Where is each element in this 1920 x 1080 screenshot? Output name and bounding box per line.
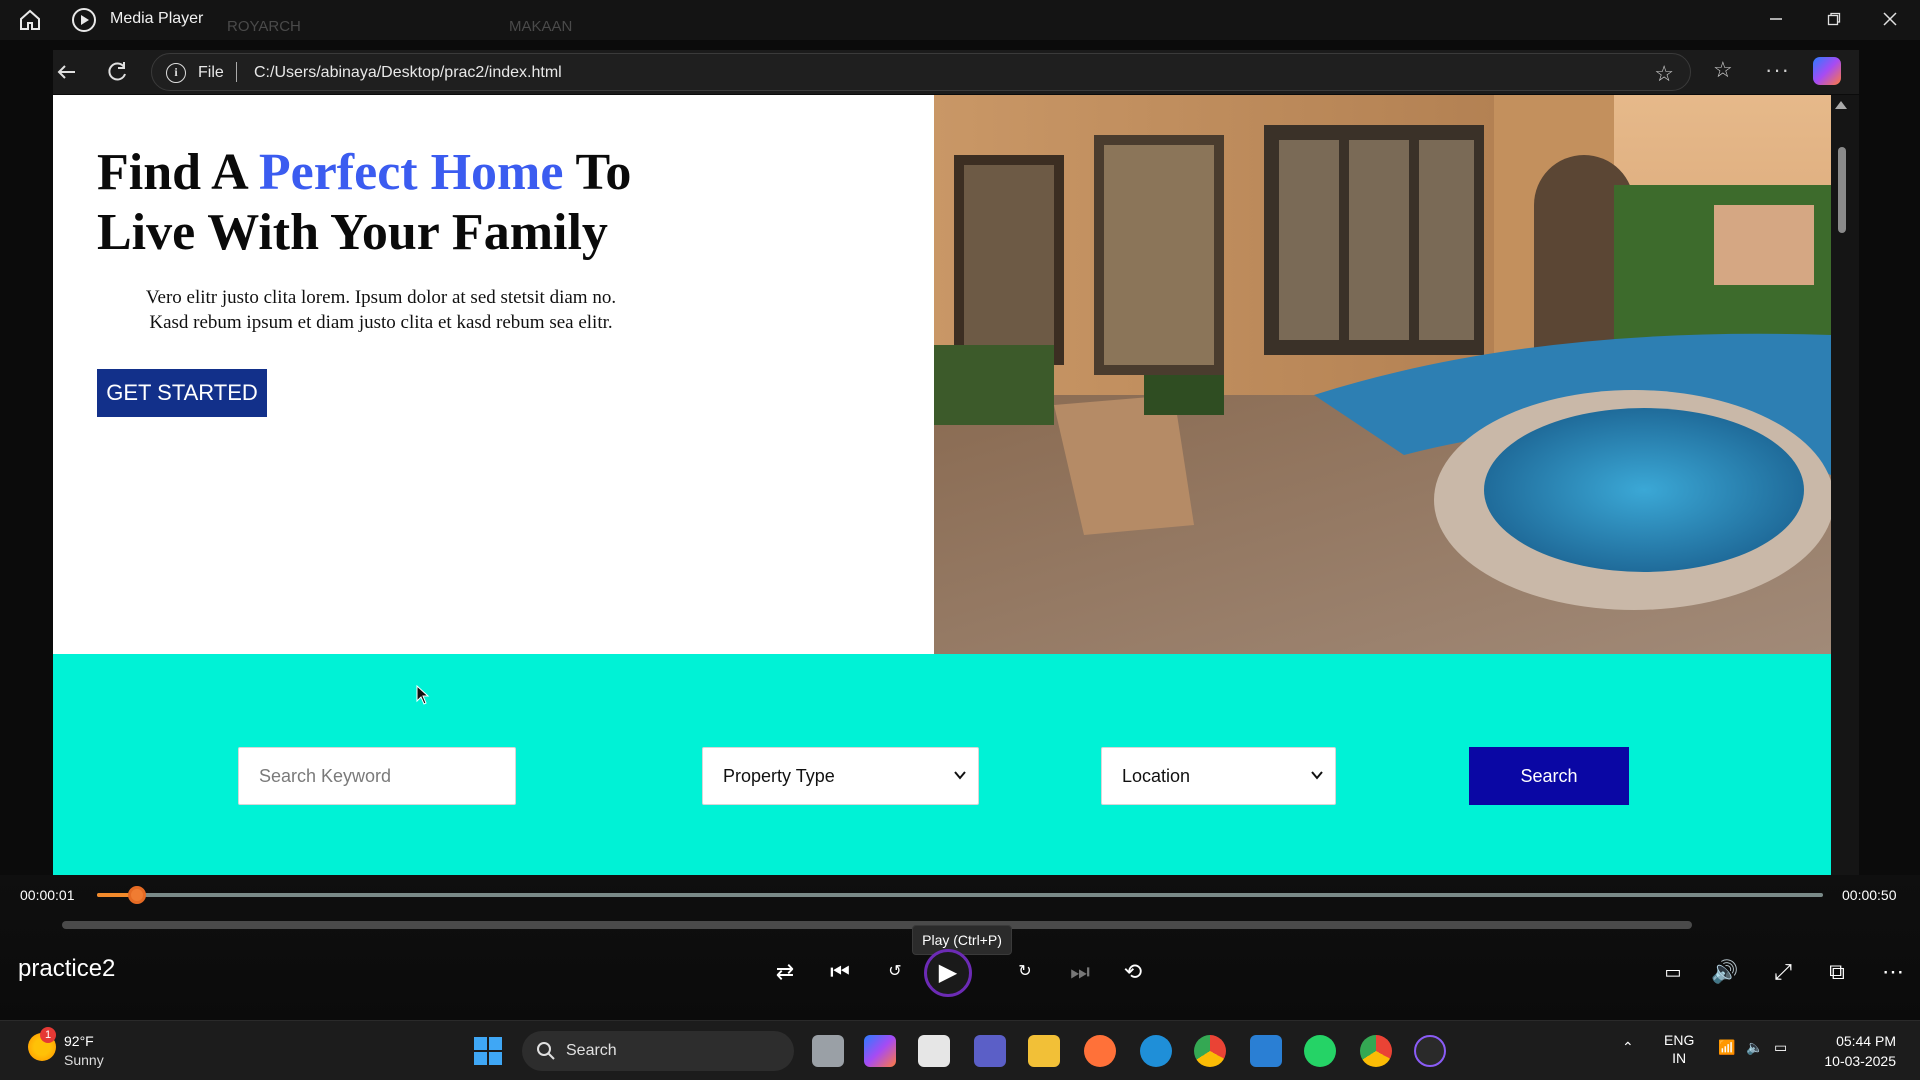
favorites-icon[interactable]: ☆: [1713, 57, 1733, 83]
hero-description: Vero elitr justo clita lorem. Ipsum dolo…: [101, 285, 661, 335]
copilot-app-icon[interactable]: [864, 1035, 896, 1067]
weather-condition[interactable]: Sunny: [64, 1052, 104, 1068]
hero-title-part2: To: [563, 144, 632, 201]
info-icon[interactable]: i: [166, 63, 186, 83]
browser-toolbar: i File C:/Users/abinaya/Desktop/prac2/in…: [53, 50, 1859, 94]
taskbar-search-label: Search: [566, 1042, 617, 1059]
page-scrollbar[interactable]: [1831, 95, 1859, 875]
edge-icon[interactable]: [1140, 1035, 1172, 1067]
copilot-icon[interactable]: [1813, 57, 1841, 85]
language-indicator[interactable]: ENG IN: [1664, 1031, 1694, 1067]
ghost-tab-royarch: ROYARCH: [227, 18, 301, 35]
hero-title-accent: Perfect Home: [258, 144, 564, 201]
search-keyword-input[interactable]: Search Keyword: [238, 747, 516, 805]
start-button[interactable]: [474, 1037, 502, 1065]
mini-player-icon[interactable]: ⧉: [1820, 955, 1854, 989]
vscode-icon[interactable]: [1250, 1035, 1282, 1067]
chevron-down-icon: [1311, 771, 1323, 780]
more-options-icon[interactable]: ···: [1765, 57, 1790, 83]
more-options-icon[interactable]: ⋯: [1876, 955, 1910, 989]
scheme-label: File: [198, 64, 224, 81]
shuffle-icon[interactable]: ⇄: [768, 955, 802, 989]
clock-time: 05:44 PM: [1836, 1033, 1896, 1049]
rewind-10-icon[interactable]: ↺: [878, 955, 912, 989]
task-view-icon[interactable]: [812, 1035, 844, 1067]
whatsapp-icon[interactable]: [1304, 1035, 1336, 1067]
hero-text-panel: Find A Perfect Home To Live With Your Fa…: [53, 95, 934, 654]
search-section: Search Keyword Property Type Location Se…: [53, 654, 1831, 875]
address-bar[interactable]: i File C:/Users/abinaya/Desktop/prac2/in…: [151, 53, 1691, 91]
clock[interactable]: 05:44 PM 10-03-2025: [1814, 1031, 1896, 1071]
taskbar-search[interactable]: Search: [522, 1031, 794, 1071]
media-player-titlebar: Media Player ROYARCH MAKAAN: [0, 0, 1920, 40]
media-title: practice2: [18, 955, 116, 982]
chrome-icon[interactable]: [1194, 1035, 1226, 1067]
property-type-select[interactable]: Property Type: [702, 747, 979, 805]
firefox-icon[interactable]: [1084, 1035, 1116, 1067]
lang-line2: IN: [1672, 1050, 1687, 1066]
ghost-tab-makaan: MAKAAN: [509, 18, 573, 35]
lang-line1: ENG: [1664, 1032, 1695, 1048]
play-tooltip: Play (Ctrl+P): [912, 925, 1012, 955]
next-track-icon[interactable]: ⏭: [1063, 955, 1097, 989]
search-button[interactable]: Search: [1469, 747, 1629, 805]
weather-badge: 1: [40, 1027, 56, 1043]
scrollbar-thumb[interactable]: [1838, 147, 1846, 233]
close-button[interactable]: [1868, 6, 1912, 34]
home-icon[interactable]: [18, 8, 42, 32]
favorite-star-icon[interactable]: ☆: [1654, 61, 1674, 87]
restore-button[interactable]: [1812, 6, 1856, 34]
minimize-button[interactable]: [1754, 6, 1798, 34]
battery-icon[interactable]: ▭: [1774, 1039, 1787, 1056]
captions-icon[interactable]: ▭: [1656, 955, 1690, 989]
media-player-app-icon[interactable]: [1414, 1035, 1446, 1067]
chevron-down-icon: [954, 771, 966, 780]
back-arrow-icon[interactable]: [53, 58, 81, 86]
property-type-label: Property Type: [723, 765, 835, 786]
address-separator: [236, 62, 237, 82]
chrome-profile-icon[interactable]: [1360, 1035, 1392, 1067]
weather-temperature[interactable]: 92°F: [64, 1033, 94, 1049]
mouse-cursor-icon: [416, 685, 430, 705]
current-time: 00:00:01: [20, 887, 75, 903]
app-title: Media Player: [110, 10, 204, 27]
location-select[interactable]: Location: [1101, 747, 1336, 805]
hero-description-line2: Kasd rebum ipsum et diam justo clita et …: [149, 312, 613, 333]
tray-overflow-icon[interactable]: ⌃: [1622, 1039, 1634, 1056]
get-started-button[interactable]: GET STARTED: [97, 369, 267, 417]
horizontal-scrollbar[interactable]: [62, 921, 1692, 929]
previous-track-icon[interactable]: ⏮: [823, 955, 857, 989]
speaker-icon[interactable]: 🔈: [1746, 1039, 1763, 1056]
hero-description-line1: Vero elitr justo clita lorem. Ipsum dolo…: [145, 287, 617, 308]
windows-taskbar: 1 92°F Sunny Search ⌃ ENG IN 📶 🔈 ▭ 05:44…: [0, 1020, 1920, 1080]
volume-icon[interactable]: 🔊: [1708, 955, 1742, 989]
fullscreen-icon[interactable]: ⤢: [1766, 955, 1800, 989]
scroll-up-arrow-icon[interactable]: [1835, 101, 1847, 109]
wifi-icon[interactable]: 📶: [1718, 1039, 1735, 1056]
forward-30-icon[interactable]: ↻: [1008, 955, 1042, 989]
location-label: Location: [1122, 765, 1191, 786]
hero-title-part1: Find A: [97, 144, 259, 201]
seek-handle[interactable]: [128, 886, 146, 904]
file-explorer-icon[interactable]: [1028, 1035, 1060, 1067]
repeat-off-icon[interactable]: ⟲: [1116, 955, 1150, 989]
hero-house-pool-image: [934, 95, 1831, 654]
teams-icon[interactable]: [974, 1035, 1006, 1067]
play-button[interactable]: ▶: [924, 949, 972, 997]
search-icon: [537, 1042, 555, 1060]
total-time: 00:00:50: [1842, 887, 1897, 903]
clock-date: 10-03-2025: [1824, 1053, 1896, 1069]
hero-title-line2: Live With Your Family: [97, 204, 608, 261]
reload-icon[interactable]: [103, 58, 131, 86]
media-player-logo-icon: [72, 8, 96, 32]
seek-bar[interactable]: [97, 893, 1823, 897]
media-controls: 00:00:01 00:00:50 practice2 Play (Ctrl+P…: [0, 875, 1920, 1020]
hero-title: Find A Perfect Home To Live With Your Fa…: [97, 143, 857, 263]
web-page: Find A Perfect Home To Live With Your Fa…: [53, 95, 1831, 875]
url-text[interactable]: C:/Users/abinaya/Desktop/prac2/index.htm…: [254, 64, 562, 82]
store-icon[interactable]: [918, 1035, 950, 1067]
